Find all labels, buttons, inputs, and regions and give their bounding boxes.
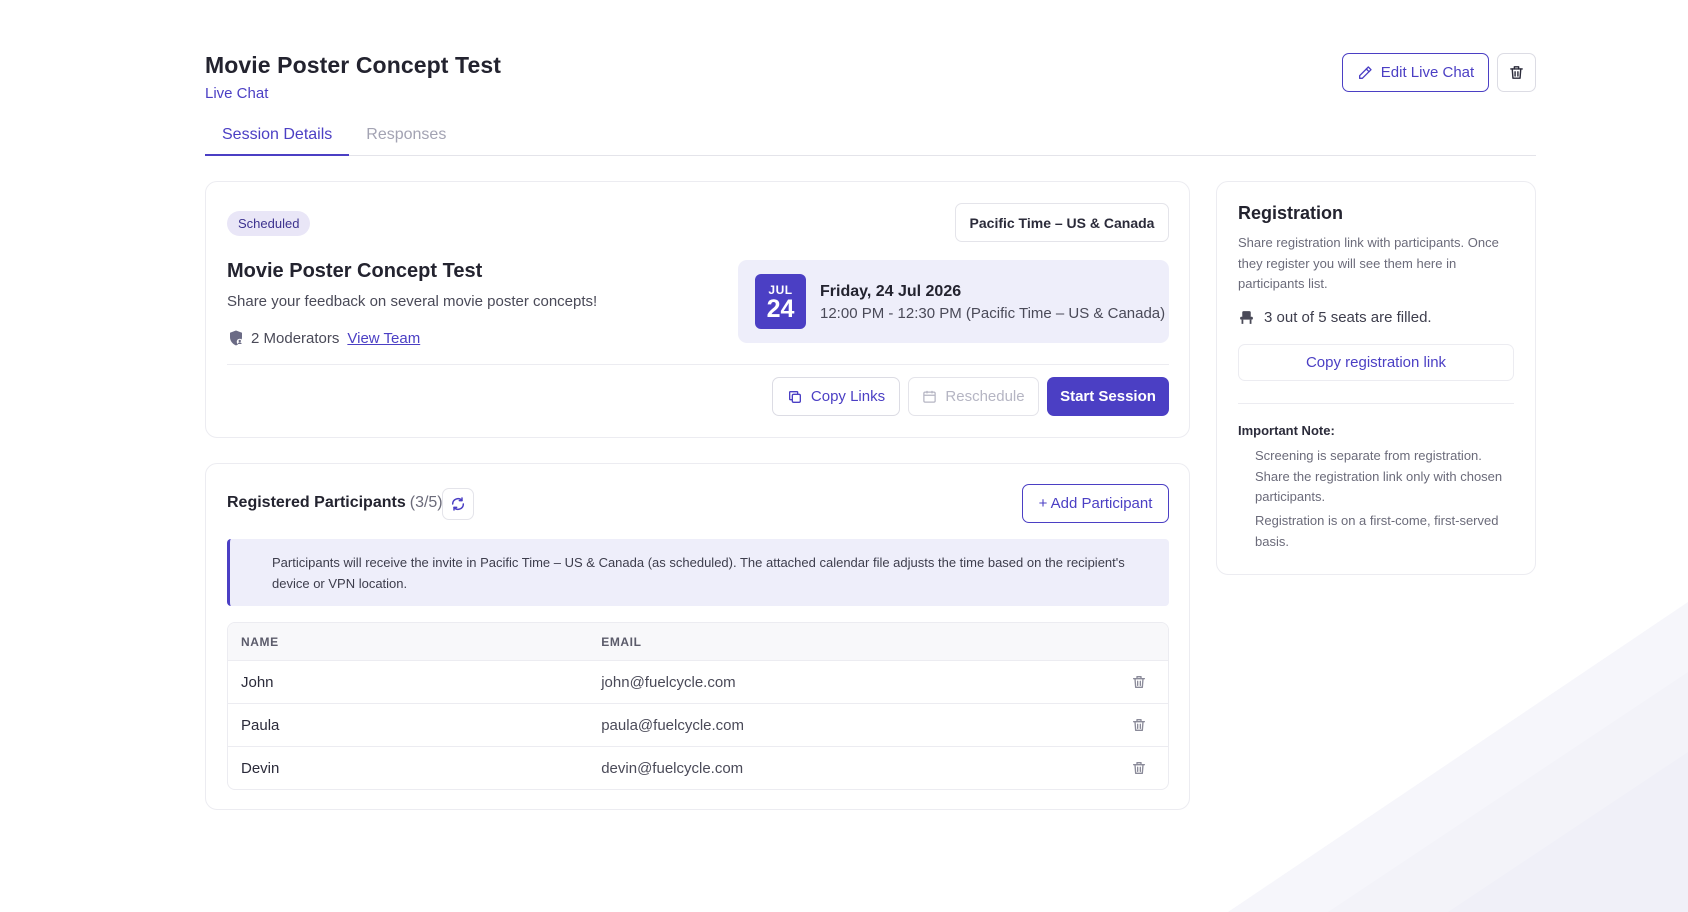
table-header: NAME EMAIL bbox=[228, 623, 1168, 660]
important-note-title: Important Note: bbox=[1238, 423, 1335, 438]
date-day: 24 bbox=[766, 295, 795, 323]
session-title: Movie Poster Concept Test bbox=[227, 260, 483, 282]
seats-info: 3 out of 5 seats are filled. bbox=[1238, 309, 1432, 326]
participants-table: NAME EMAIL John john@fuelcycle.com Paula… bbox=[227, 622, 1169, 790]
table-row: Devin devin@fuelcycle.com bbox=[228, 746, 1168, 789]
copy-icon bbox=[788, 390, 801, 403]
participant-name: Paula bbox=[241, 716, 280, 734]
participants-card: Registered Participants (3/5) + Add Parti… bbox=[205, 463, 1190, 810]
trash-icon bbox=[1133, 762, 1146, 774]
copy-links-button[interactable]: Copy Links bbox=[772, 377, 900, 416]
trash-icon bbox=[1510, 66, 1523, 79]
timezone-info-banner: Participants will receive the invite in … bbox=[227, 539, 1169, 606]
participants-count: (3/5) bbox=[409, 494, 443, 511]
moderators-text: 2 Moderators bbox=[251, 329, 340, 347]
background-decoration bbox=[1228, 602, 1688, 912]
pencil-icon bbox=[1358, 65, 1372, 79]
page-subtitle: Live Chat bbox=[205, 85, 269, 102]
calendar-date-badge: JUL 24 bbox=[755, 274, 806, 329]
session-description: Share your feedback on several movie pos… bbox=[227, 293, 598, 310]
table-row: Paula paula@fuelcycle.com bbox=[228, 703, 1168, 746]
reschedule-label: Reschedule bbox=[945, 388, 1025, 405]
date-full: Friday, 24 Jul 2026 bbox=[820, 283, 962, 300]
calendar-icon bbox=[923, 390, 937, 403]
tab-bar: Session Details Responses bbox=[205, 120, 1536, 156]
page-title: Movie Poster Concept Test bbox=[205, 52, 502, 78]
tab-session-details[interactable]: Session Details bbox=[205, 120, 350, 156]
participant-email: devin@fuelcycle.com bbox=[601, 759, 744, 777]
participants-title: Registered Participants (3/5) bbox=[227, 494, 443, 512]
delete-participant-button[interactable] bbox=[1110, 717, 1168, 733]
edit-live-chat-label: Edit Live Chat bbox=[1380, 64, 1475, 81]
delete-participant-button[interactable] bbox=[1110, 674, 1168, 690]
status-badge: Scheduled bbox=[227, 211, 311, 236]
add-participant-button[interactable]: + Add Participant bbox=[1022, 484, 1169, 523]
registration-title: Registration bbox=[1238, 203, 1344, 223]
trash-icon bbox=[1133, 719, 1146, 731]
reschedule-button[interactable]: Reschedule bbox=[908, 377, 1039, 416]
registration-card: Registration Share registration link wit… bbox=[1216, 181, 1536, 575]
team-icon bbox=[230, 330, 243, 346]
column-header-name: NAME bbox=[241, 634, 279, 649]
refresh-icon bbox=[451, 497, 465, 511]
timezone-select[interactable]: Pacific Time – US & Canada bbox=[955, 203, 1169, 242]
note-item: Screening is separate from registration.… bbox=[1255, 448, 1503, 504]
moderators-info: 2 Moderators View Team bbox=[227, 329, 420, 347]
participant-email: john@fuelcycle.com bbox=[601, 673, 736, 691]
page-header: Movie Poster Concept Test Live Chat bbox=[205, 52, 501, 102]
divider bbox=[227, 364, 1169, 365]
delete-session-button[interactable] bbox=[1497, 53, 1536, 92]
copy-registration-link-button[interactable]: Copy registration link bbox=[1238, 344, 1514, 381]
participant-email: paula@fuelcycle.com bbox=[601, 716, 745, 734]
edit-live-chat-button[interactable]: Edit Live Chat bbox=[1342, 53, 1489, 92]
tab-responses[interactable]: Responses bbox=[349, 120, 463, 156]
table-row: John john@fuelcycle.com bbox=[228, 660, 1168, 703]
seats-text: 3 out of 5 seats are filled. bbox=[1264, 309, 1432, 326]
note-item: Registration is on a first-come, first-s… bbox=[1255, 513, 1499, 549]
trash-icon bbox=[1133, 676, 1146, 688]
session-card: Scheduled Pacific Time – US & Canada Mov… bbox=[205, 181, 1190, 438]
registration-description: Share registration link with participant… bbox=[1238, 235, 1499, 291]
date-time-range: 12:00 PM - 12:30 PM (Pacific Time – US &… bbox=[820, 305, 1166, 322]
view-team-link[interactable]: View Team bbox=[347, 330, 420, 347]
start-session-button[interactable]: Start Session bbox=[1047, 377, 1169, 416]
copy-links-label: Copy Links bbox=[810, 388, 886, 405]
divider bbox=[1238, 403, 1514, 404]
refresh-button[interactable] bbox=[442, 488, 474, 520]
delete-participant-button[interactable] bbox=[1110, 760, 1168, 776]
column-header-email: EMAIL bbox=[601, 634, 642, 649]
participant-name: Devin bbox=[241, 759, 280, 777]
participant-name: John bbox=[241, 673, 274, 691]
seat-icon bbox=[1240, 311, 1253, 324]
participants-title-text: Registered Participants bbox=[227, 494, 406, 511]
session-date-box: JUL 24 Friday, 24 Jul 2026 12:00 PM - 12… bbox=[738, 260, 1169, 343]
